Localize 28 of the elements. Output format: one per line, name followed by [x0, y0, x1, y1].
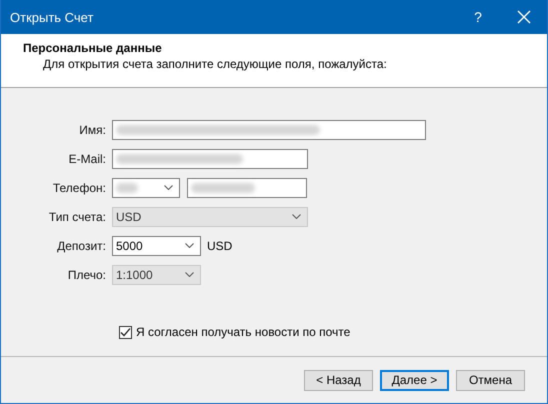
field-label: E-Mail:: [68, 152, 107, 166]
currency-label: USD: [207, 238, 232, 252]
field-label: Телефон:: [52, 180, 107, 194]
dialog-button[interactable]: Далее >: [380, 370, 449, 390]
input-field[interactable]: [112, 148, 308, 168]
newsletter-checkbox[interactable]: Я согласен получать новости по почте: [119, 325, 350, 339]
window-title: Открыть Счет: [9, 10, 94, 24]
section-subtitle: Для открытия счета заполните следующие поля, пожалуйста:: [42, 57, 388, 71]
close-icon: [517, 10, 531, 24]
input-field[interactable]: [187, 178, 307, 198]
dropdown[interactable]: 5000: [112, 236, 201, 256]
field-label: Депозит:: [56, 238, 107, 252]
dialog-button[interactable]: Отмена: [456, 370, 525, 390]
caret-icon: [164, 185, 173, 190]
dialog-button[interactable]: < Назад: [304, 370, 373, 390]
caret-icon: [185, 272, 194, 277]
input-field[interactable]: [112, 120, 426, 140]
caret-icon: [292, 214, 301, 219]
field-label: Имя:: [78, 122, 107, 136]
country-code-dropdown[interactable]: [112, 178, 180, 198]
field-label: Плечо:: [66, 268, 107, 282]
blurred-text: [191, 182, 255, 192]
section-title: Персональные данные: [23, 41, 163, 55]
caret-icon: [185, 243, 194, 248]
help-button[interactable]: ?: [455, 0, 501, 34]
checkbox[interactable]: [119, 326, 132, 338]
field-label: Тип счета:: [48, 210, 107, 224]
checkmark-icon: [120, 326, 131, 338]
